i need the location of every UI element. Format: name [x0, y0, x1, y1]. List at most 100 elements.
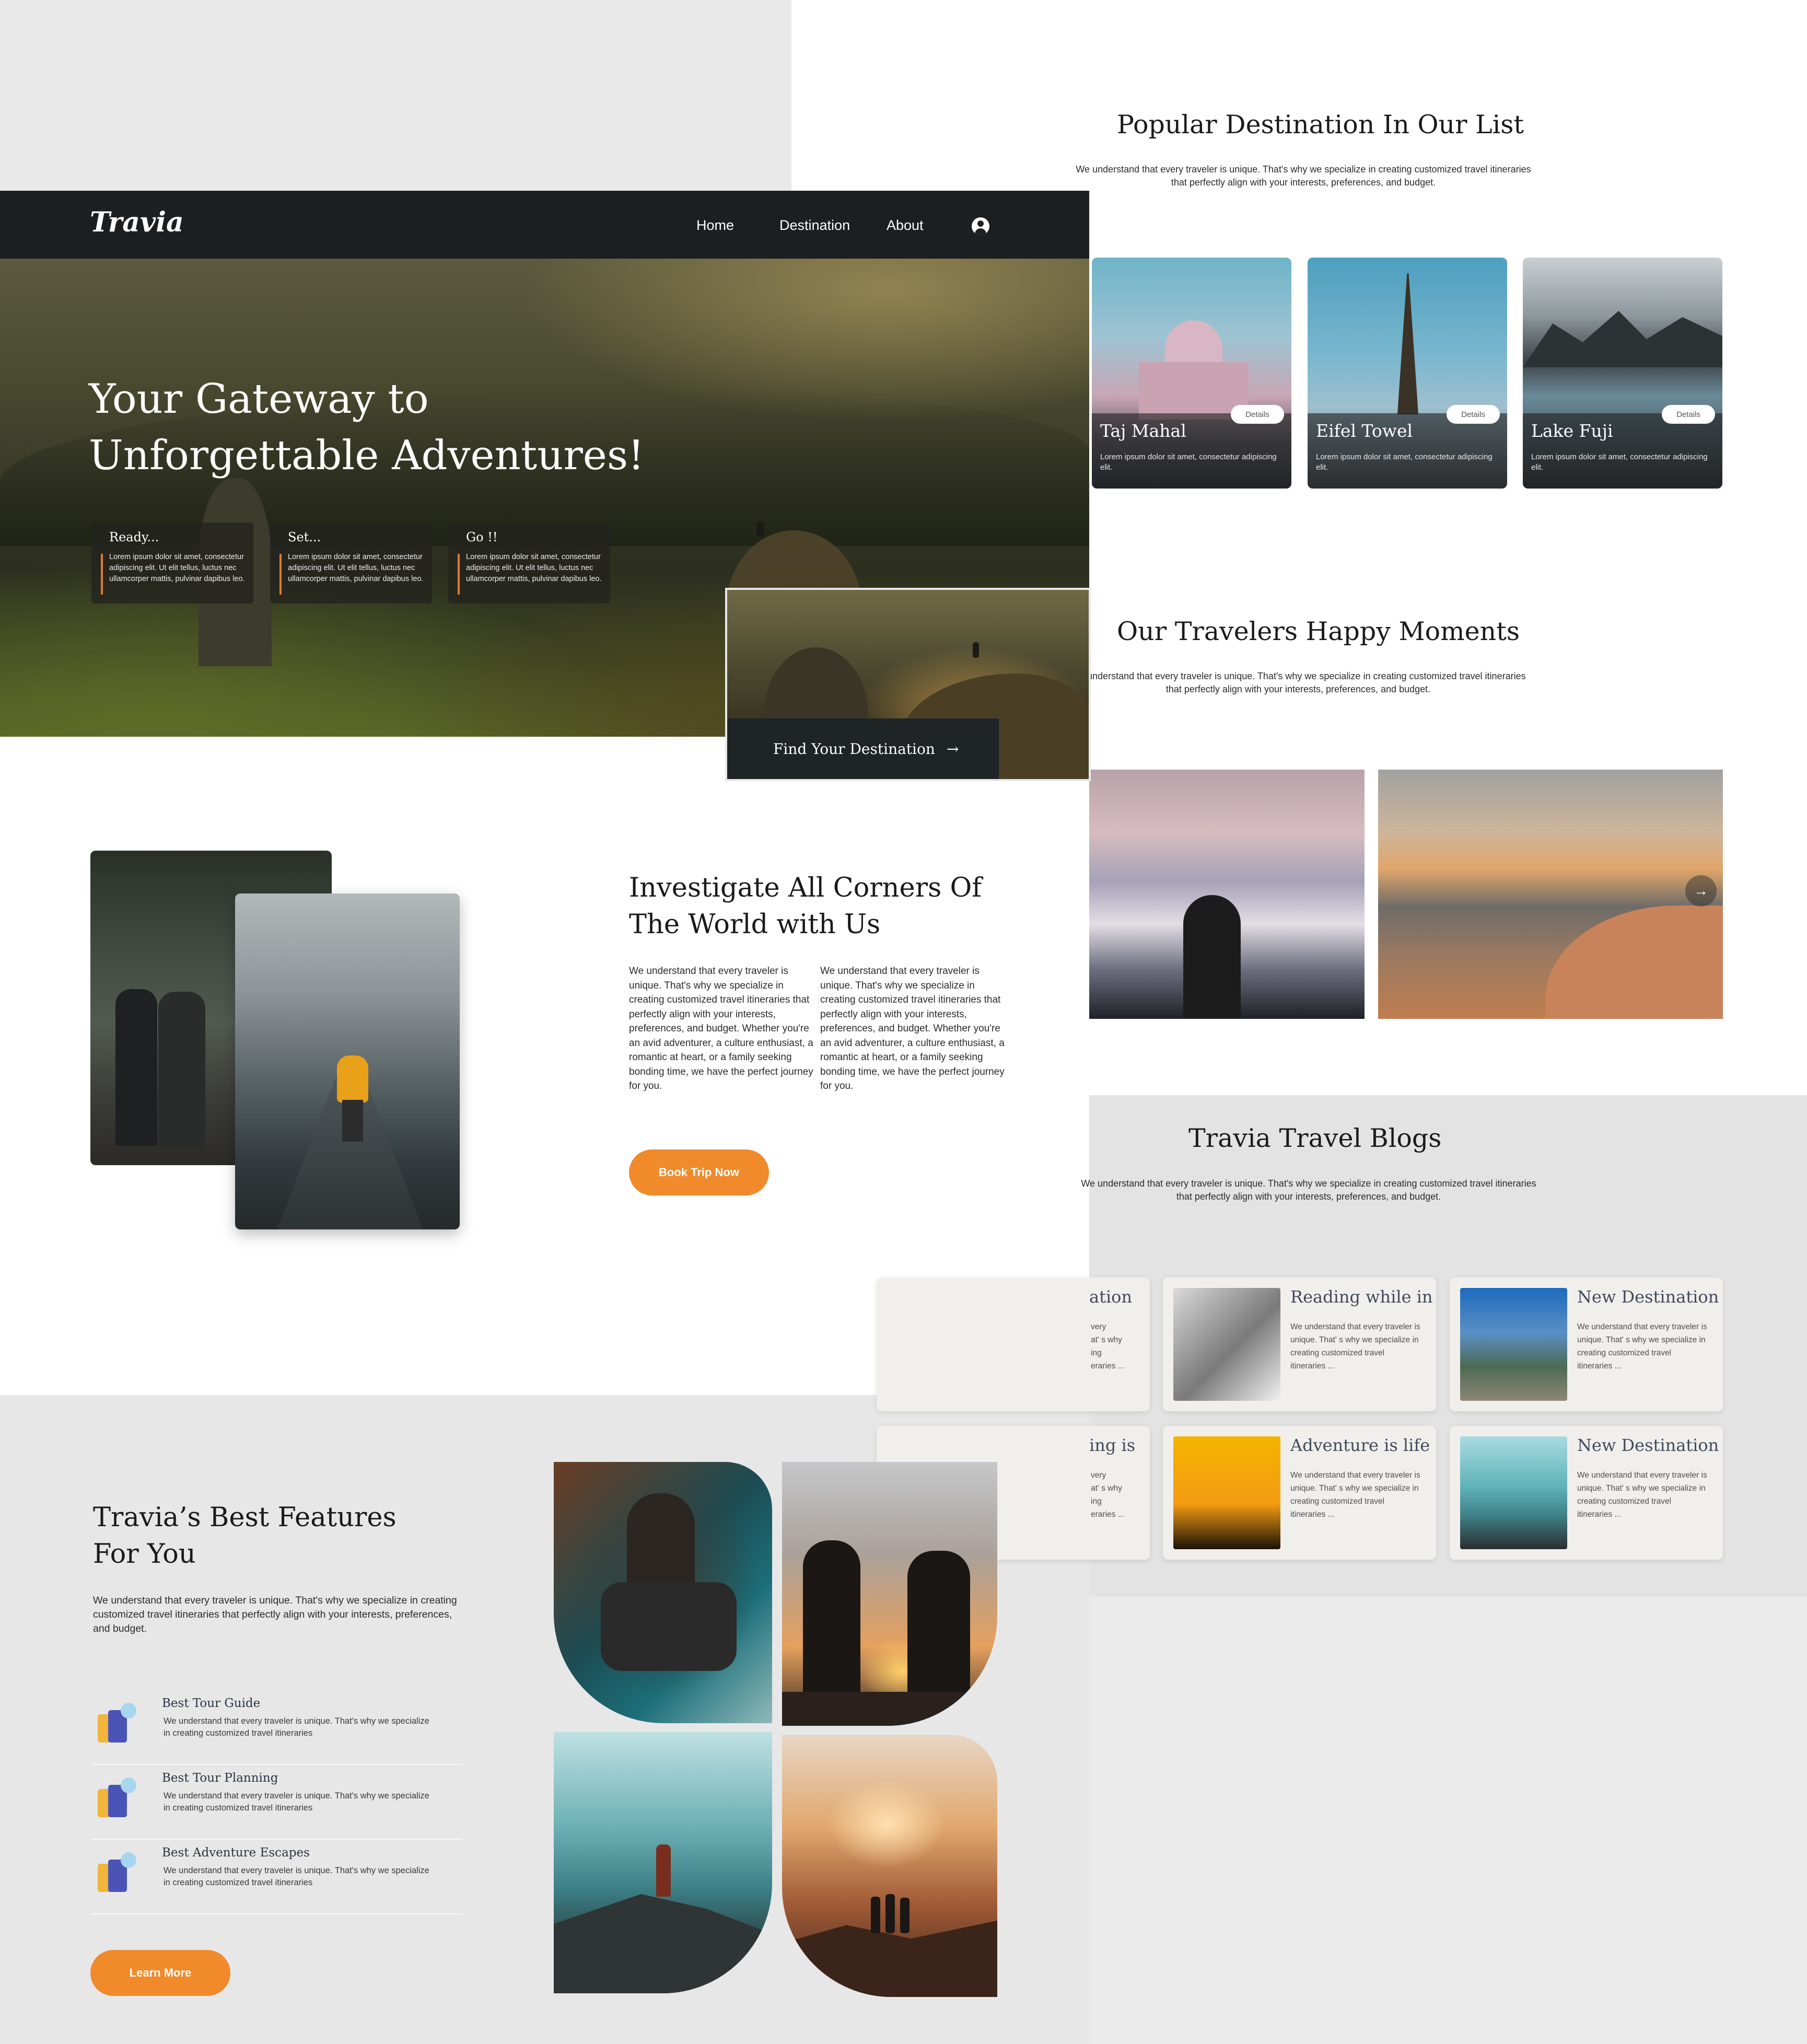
blog-image [1173, 1436, 1280, 1549]
feature-item: Best Tour Guide We understand that every… [91, 1690, 462, 1765]
step-text: Lorem ipsum dolor sit amet, consectetur … [288, 553, 424, 583]
hero-title-line: Unforgettable Adventures! [89, 432, 645, 479]
destination-text: Lorem ipsum dolor sit amet, consectetur … [1100, 452, 1277, 472]
blog-title: Adventure is life [1290, 1435, 1430, 1455]
destination-card[interactable]: Details Eifel Towel Lorem ipsum dolor si… [1308, 258, 1507, 489]
find-destination-label: Find Your Destination [773, 740, 935, 758]
blog-card[interactable]: ation very at' s why ing eraries ... [877, 1278, 1150, 1411]
learn-more-button[interactable]: Learn More [90, 1950, 230, 1996]
feature-item: Best Tour Planning We understand that ev… [91, 1765, 462, 1840]
hiker-figure [115, 989, 157, 1146]
step-text: Lorem ipsum dolor sit amet, consectetur … [466, 553, 602, 583]
nav-about[interactable]: About [887, 217, 924, 234]
blog-card[interactable]: Adventure is life We understand that eve… [1163, 1426, 1436, 1560]
traveler-reading-photo [554, 1462, 772, 1723]
nav-home[interactable]: Home [696, 217, 734, 234]
destination-name: Eifel Towel [1316, 421, 1413, 441]
investigate-title-line: Investigate All Corners Of [629, 873, 982, 903]
blog-text: We understand that every traveler is uni… [1290, 1471, 1420, 1519]
eiffel-tower-shape [1397, 273, 1418, 414]
destination-card[interactable]: Details Taj Mahal Lorem ipsum dolor sit … [1092, 258, 1291, 489]
mountain-peak-photo [554, 1732, 772, 1993]
book-trip-button[interactable]: Book Trip Now [629, 1149, 769, 1195]
blog-title: Reading while in [1290, 1287, 1433, 1307]
blogs-description: We understand that every traveler is uni… [1081, 1178, 1536, 1202]
step-card: Go !! Lorem ipsum dolor sit amet, consec… [448, 522, 610, 603]
blogs-title: Travia Travel Blogs [1188, 1123, 1442, 1153]
blog-title: ing is [1089, 1435, 1136, 1455]
hero-hiker-silhouette [756, 521, 764, 537]
blog-title: New Destination [1577, 1435, 1719, 1455]
hiker-silhouette [900, 1898, 910, 1933]
step-card: Ready... Lorem ipsum dolor sit amet, con… [91, 522, 253, 603]
destination-text: Lorem ipsum dolor sit amet, consectetur … [1316, 452, 1493, 472]
details-button[interactable]: Details [1231, 405, 1284, 424]
blog-card[interactable]: Reading while in We understand that ever… [1163, 1278, 1436, 1411]
step-title: Set... [288, 530, 321, 544]
shore-shape [782, 1692, 997, 1726]
destination-text: Lorem ipsum dolor sit amet, consectetur … [1531, 452, 1708, 472]
step-title: Go !! [466, 530, 498, 544]
blog-text: very at' s why ing eraries ... [1091, 1471, 1125, 1519]
luggage-icon [98, 1849, 139, 1896]
hiker-silhouette [885, 1894, 895, 1933]
nav-destination[interactable]: Destination [779, 217, 850, 234]
mountain-shape [1523, 311, 1722, 367]
step-accent-bar [458, 554, 460, 595]
feature-title: Best Adventure Escapes [162, 1846, 310, 1860]
popular-description: We understand that every traveler is uni… [1076, 164, 1531, 188]
peak-rock [554, 1894, 772, 1993]
blog-text: We understand that every traveler is uni… [1577, 1471, 1707, 1519]
blog-card[interactable]: New Destination We understand that every… [1450, 1426, 1723, 1560]
investigate-title: Investigate All Corners Of The World wit… [629, 870, 982, 943]
feature-text: We understand that every traveler is uni… [164, 1866, 429, 1887]
step-text: Lorem ipsum dolor sit amet, consectetur … [109, 553, 245, 583]
blog-text: We understand that every traveler is uni… [1577, 1322, 1707, 1371]
features-title-line: For You [93, 1539, 196, 1570]
investigate-text-col: We understand that every traveler is uni… [629, 966, 813, 1091]
walker-yellow-jacket [337, 1055, 368, 1102]
dune-shape [1545, 905, 1723, 1019]
features-description: We understand that every traveler is uni… [93, 1595, 457, 1634]
walker-legs [342, 1100, 363, 1142]
details-button[interactable]: Details [1662, 405, 1715, 424]
destination-card[interactable]: Details Lake Fuji Lorem ipsum dolor sit … [1523, 258, 1722, 489]
feature-text: We understand that every traveler is uni… [164, 1716, 429, 1738]
step-title: Ready... [109, 530, 159, 544]
feature-title: Best Tour Guide [162, 1697, 261, 1710]
blog-image [1460, 1288, 1567, 1401]
person-silhouette [627, 1493, 695, 1593]
feature-item: Best Adventure Escapes We understand tha… [91, 1840, 462, 1914]
hiker-silhouette [973, 642, 979, 658]
details-button[interactable]: Details [1447, 405, 1500, 424]
features-title: Travia’s Best Features For You [93, 1500, 397, 1573]
blog-title: New Destination [1577, 1287, 1719, 1307]
sunset-hikers-photo [782, 1735, 997, 1997]
moments-description: We understand that every traveler is uni… [1070, 671, 1526, 694]
carousel-next-arrow-icon[interactable]: → [1685, 875, 1717, 907]
friends-highfive-photo [782, 1462, 997, 1726]
destination-name: Taj Mahal [1100, 421, 1186, 441]
moment-photo [1089, 770, 1365, 1019]
top-left-backdrop [0, 0, 791, 191]
step-accent-bar [101, 554, 103, 595]
brand-logo[interactable]: Travia [90, 206, 184, 238]
feature-text: We understand that every traveler is uni… [164, 1791, 429, 1813]
hiker-silhouette [656, 1844, 671, 1897]
luggage-icon [98, 1774, 139, 1821]
hiker-silhouette [1183, 895, 1241, 1019]
investigate-title-line: The World with Us [629, 909, 881, 940]
find-destination-button[interactable]: Find Your Destination → [727, 718, 999, 779]
blog-text: We understand that every traveler is uni… [1290, 1322, 1420, 1371]
user-account-icon[interactable] [972, 217, 989, 235]
step-card: Set... Lorem ipsum dolor sit amet, conse… [270, 522, 432, 603]
moment-photo [1378, 770, 1723, 1019]
blog-card[interactable]: New Destination We understand that every… [1450, 1278, 1723, 1411]
blog-image [1173, 1288, 1280, 1401]
feature-title: Best Tour Planning [162, 1771, 278, 1785]
arrow-right-icon: → [946, 740, 959, 758]
blog-image [1460, 1436, 1567, 1549]
investigate-text-col: We understand that every traveler is uni… [820, 966, 1005, 1091]
hero-title: Your Gateway to Unforgettable Adventures… [89, 371, 644, 484]
hiker-silhouette [871, 1897, 880, 1933]
